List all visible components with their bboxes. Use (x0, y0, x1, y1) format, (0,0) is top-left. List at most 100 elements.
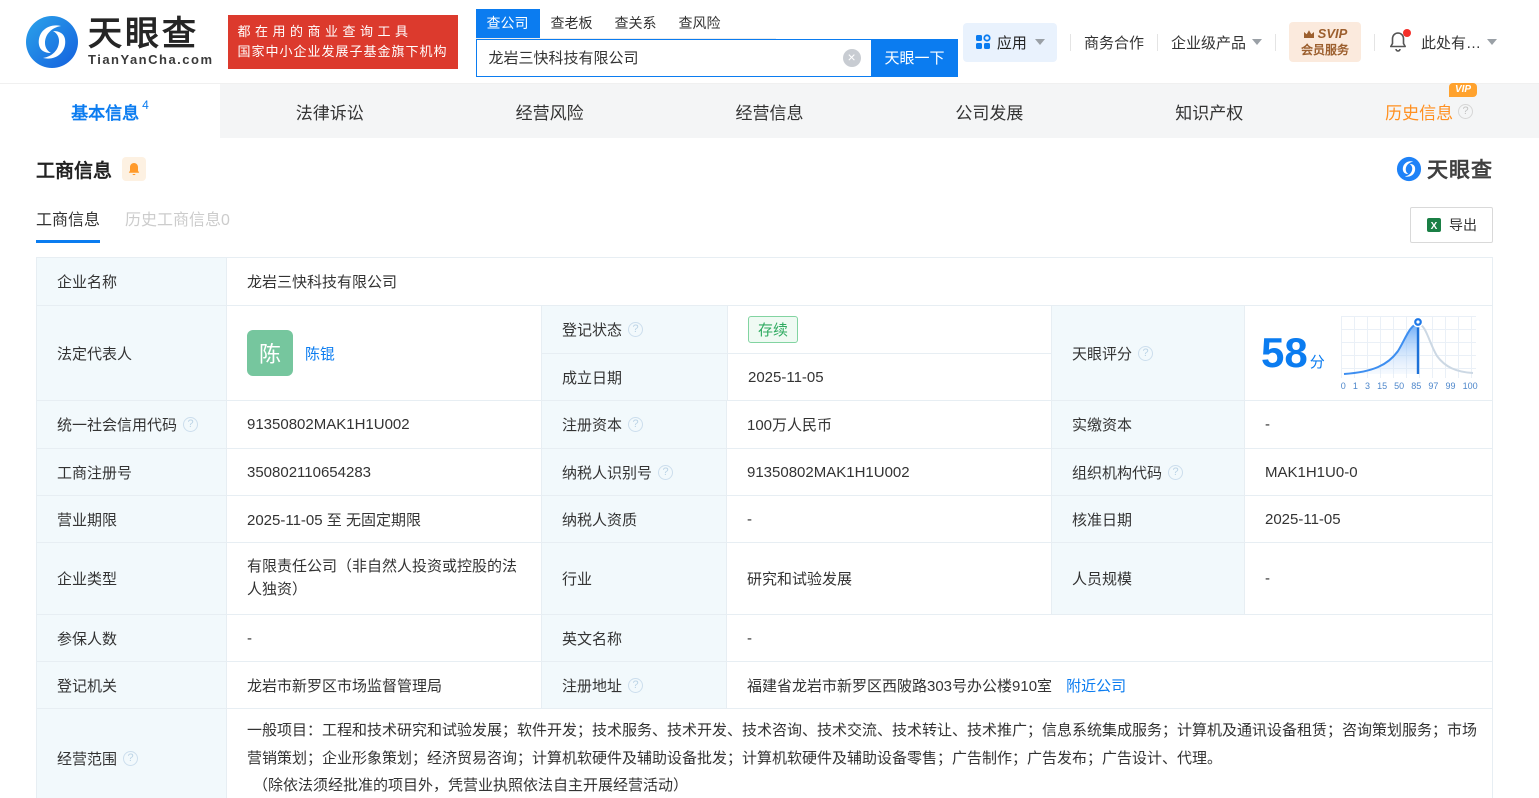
search-clear-icon[interactable]: × (842, 48, 861, 67)
company-name-label: 企业名称 (37, 258, 226, 305)
help-icon[interactable]: ? (1168, 464, 1184, 480)
tab-legal-proceedings[interactable]: 法律诉讼 (220, 84, 440, 138)
help-icon[interactable]: ? (658, 464, 674, 480)
tab-basic-info-count: 4 (142, 98, 149, 112)
subtab-business-info[interactable]: 工商信息 (36, 206, 101, 243)
score-label-cell: 天眼评分 ? (1051, 306, 1244, 400)
staff-size-label: 人员规模 (1051, 543, 1244, 614)
user-menu[interactable]: 此处有… (1421, 32, 1497, 53)
score-number: 58 分 (1261, 332, 1325, 374)
tab-operating-info[interactable]: 经营信息 (660, 84, 880, 138)
help-icon[interactable]: ? (1138, 345, 1154, 361)
search-tab-boss[interactable]: 查老板 (540, 9, 604, 38)
search-row: × 天眼一下 (475, 38, 958, 77)
subtab-history-business-info[interactable]: 历史工商信息0 (125, 206, 230, 243)
svip-line2: 会员服务 (1300, 43, 1349, 57)
crown-icon (1303, 29, 1314, 38)
approval-date-label: 核准日期 (1051, 496, 1244, 542)
watermark-logo: 天眼查 (1396, 154, 1493, 184)
tab-operating-risk[interactable]: 经营风险 (440, 84, 660, 138)
scope-cell: 一般项目：工程和技术研究和试验发展；软件开发；技术服务、技术开发、技术咨询、技术… (226, 709, 1492, 798)
help-icon[interactable]: ? (628, 417, 644, 432)
nav-enterprise-products[interactable]: 企业级产品 (1171, 32, 1262, 53)
nearby-companies-link[interactable]: 附近公司 (1066, 675, 1126, 696)
reg-capital-value: 100万人民币 (726, 401, 1051, 448)
search-tab-risk[interactable]: 查风险 (668, 9, 732, 38)
help-icon[interactable]: ? (123, 751, 139, 766)
header-right-nav: 应用 商务合作 企业级产品 SVIP 会员服务 此处有… (962, 0, 1497, 84)
taxpayer-id-label-cell: 纳税人识别号 ? (541, 449, 726, 495)
org-code-label-cell: 组织机构代码 ? (1051, 449, 1244, 495)
org-code-value: MAK1H1U0-0 (1244, 449, 1492, 495)
uscc-label-cell: 统一社会信用代码 ? (37, 401, 226, 448)
slogan-line1: 都在用的商业查询工具 (237, 23, 413, 39)
reg-capital-label-cell: 注册资本 ? (541, 401, 726, 448)
approval-date-value: 2025-11-05 (1244, 496, 1492, 542)
header: 天眼查 TianYanCha.com 都在用的商业查询工具 国家中小企业发展子基… (0, 0, 1539, 84)
caret-down-icon (1487, 39, 1497, 45)
scope-label-cell: 经营范围 ? (37, 709, 226, 798)
tab-history-info[interactable]: 历史信息 VIP ? (1319, 82, 1539, 138)
tab-history-info-label: 历史信息 (1385, 103, 1454, 123)
apps-button[interactable]: 应用 (962, 22, 1057, 62)
search-button[interactable]: 天眼一下 (871, 38, 958, 77)
tick: 0 (1340, 380, 1346, 391)
help-icon[interactable]: ? (1458, 103, 1474, 119)
score-unit: 分 (1309, 354, 1325, 371)
nav-business-cooperation[interactable]: 商务合作 (1084, 32, 1144, 53)
industry-value: 研究和试验发展 (726, 543, 1051, 614)
excel-icon: X (1427, 217, 1441, 232)
divider (1069, 33, 1071, 51)
table-row: 企业名称 龙岩三快科技有限公司 (37, 258, 1492, 305)
caret-down-icon (1034, 39, 1045, 45)
term-label: 营业期限 (37, 496, 226, 542)
registry-value: 龙岩市新罗区市场监督管理局 (226, 662, 541, 708)
term-value: 2025-11-05 至 无固定期限 (226, 496, 541, 542)
search-tab-relation[interactable]: 查关系 (604, 9, 668, 38)
insured-label: 参保人数 (37, 615, 226, 661)
tab-intellectual-property[interactable]: 知识产权 (1099, 84, 1319, 138)
legal-rep-link[interactable]: 陈锟 (305, 343, 335, 364)
uscc-label: 统一社会信用代码 (57, 417, 178, 434)
watermark-text: 天眼查 (1427, 159, 1493, 182)
address-cell: 福建省龙岩市新罗区西陂路303号办公楼910室 附近公司 (726, 662, 1492, 708)
svip-button[interactable]: SVIP 会员服务 (1288, 22, 1361, 62)
reg-status-cell: 存续 (727, 306, 1051, 354)
reg-capital-label: 注册资本 (562, 417, 623, 434)
uscc-value: 91350802MAK1H1U002 (226, 401, 541, 448)
tab-company-development[interactable]: 公司发展 (879, 84, 1099, 138)
tianyancha-logo[interactable]: 天眼查 TianYanCha.com (24, 14, 214, 70)
search-input[interactable] (475, 38, 872, 77)
avatar: 陈 (247, 330, 293, 376)
divider (1274, 33, 1276, 51)
score-value: 58 (1261, 329, 1308, 376)
logo-title: 天眼查 (88, 15, 199, 53)
paid-capital-value: - (1244, 401, 1492, 448)
svg-text:X: X (1431, 221, 1438, 232)
tick: 85 (1411, 380, 1422, 391)
tab-legal-proceedings-label: 法律诉讼 (295, 103, 364, 123)
establish-date-label: 成立日期 (542, 354, 727, 400)
export-button[interactable]: X 导出 (1410, 206, 1493, 243)
tab-basic-info[interactable]: 基本信息 4 (0, 84, 220, 138)
table-row: 参保人数 - 英文名称 - (37, 614, 1492, 661)
subscribe-bell-icon[interactable] (122, 157, 147, 181)
tianyancha-logo-icon (26, 15, 78, 68)
notification-bell-icon[interactable] (1388, 29, 1411, 53)
tick: 15 (1377, 380, 1388, 391)
taxpayer-quality-label: 纳税人资质 (541, 496, 726, 542)
legal-rep-cell: 陈 陈锟 (226, 306, 541, 400)
search-tab-company[interactable]: 查公司 (475, 8, 540, 38)
slogan-badge: 都在用的商业查询工具 国家中小企业发展子基金旗下机构 (227, 14, 458, 69)
table-row: 统一社会信用代码 ? 91350802MAK1H1U002 注册资本 ? 100… (37, 400, 1492, 448)
score-cell: 58 分 0 1 3 15 50 85 97 99 100 (1244, 306, 1492, 400)
org-code-label: 组织机构代码 (1072, 464, 1163, 482)
tick: 99 (1445, 380, 1456, 391)
logo-text: 天眼查 TianYanCha.com (88, 16, 214, 67)
help-icon[interactable]: ? (628, 322, 644, 338)
reg-no-value: 350802110654283 (226, 449, 541, 495)
scope-text: 一般项目：工程和技术研究和试验发展；软件开发；技术服务、技术开发、技术咨询、技术… (247, 721, 1478, 767)
watermark-logo-icon (1396, 156, 1422, 182)
help-icon[interactable]: ? (628, 677, 644, 693)
help-icon[interactable]: ? (183, 417, 199, 432)
